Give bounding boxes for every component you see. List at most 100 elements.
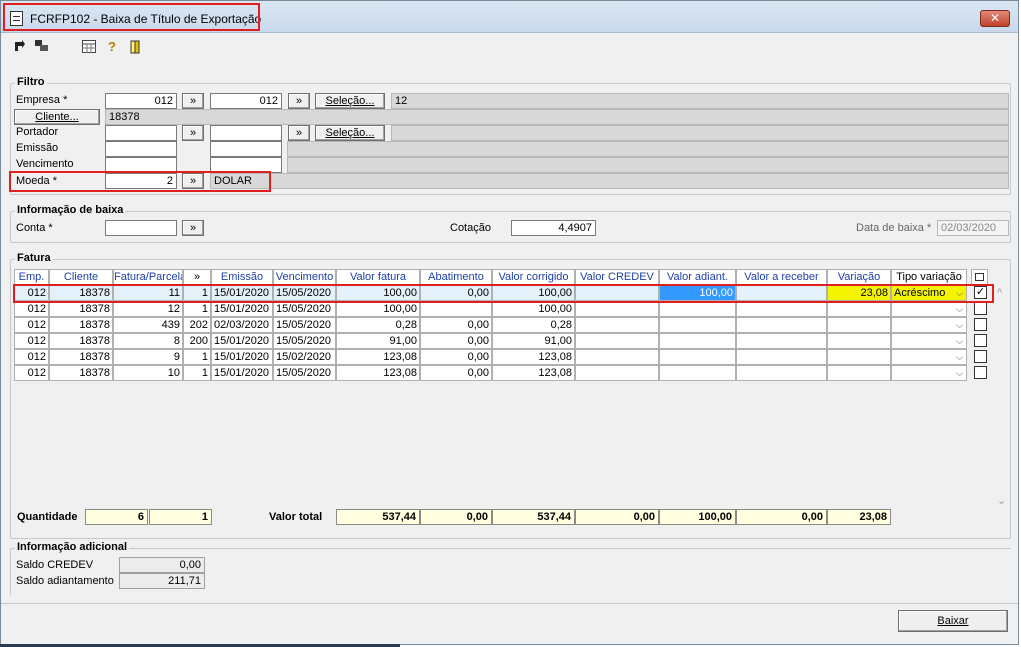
cell-parcela: 202 [183, 317, 211, 333]
col-valor-receber[interactable]: Valor a receber [736, 269, 827, 285]
cell-adiant[interactable] [659, 333, 736, 349]
tipo-variacao-select[interactable]: ⌵ [891, 349, 967, 365]
portador-from-input[interactable] [105, 125, 177, 141]
cell-emp: 012 [14, 365, 49, 381]
empresa-from-lookup-button[interactable]: » [182, 93, 204, 109]
moeda-highlight-box [9, 171, 271, 192]
cell-parcela: 1 [183, 349, 211, 365]
col-variacao[interactable]: Variação [827, 269, 891, 285]
baixar-label: Baixar [937, 615, 969, 627]
cell-credev [575, 317, 659, 333]
cliente-button[interactable]: Cliente... [14, 109, 100, 125]
cell-adiant[interactable] [659, 349, 736, 365]
portador-selecao-button[interactable]: Seleção... [315, 125, 385, 141]
row-checkbox[interactable] [974, 334, 987, 347]
cliente-display: 18378 [105, 109, 1009, 125]
empresa-selecao-button[interactable]: Seleção... [315, 93, 385, 109]
calendar-icon[interactable] [82, 40, 96, 54]
cell-abatimento: 0,00 [420, 349, 492, 365]
empresa-selecao-label: Seleção... [325, 95, 375, 107]
cell-credev [575, 365, 659, 381]
col-tipo-variacao[interactable]: Tipo variação [891, 269, 967, 285]
empresa-label: Empresa * [16, 94, 68, 106]
arrow-left-icon[interactable] [13, 40, 27, 54]
cell-vencimento: 15/05/2020 [273, 301, 336, 317]
cell-valor-fatura: 91,00 [336, 333, 420, 349]
row-checkbox[interactable] [974, 302, 987, 315]
col-valor-fatura[interactable]: Valor fatura [336, 269, 420, 285]
cell-receber [736, 301, 827, 317]
cell-cliente: 18378 [49, 333, 113, 349]
table-row[interactable]: 012 18378 8 200 15/01/2020 15/05/2020 91,00 0,0… [14, 333, 994, 349]
cell-variacao[interactable] [827, 317, 891, 333]
cell-vencimento: 15/05/2020 [273, 333, 336, 349]
grid-arrow-icon[interactable] [35, 40, 49, 54]
col-emp[interactable]: Emp. [14, 269, 49, 285]
portador-selecao-label: Seleção... [325, 127, 375, 139]
tipo-variacao-select[interactable]: ⌵ [891, 301, 967, 317]
tipo-variacao-select[interactable]: ⌵ [891, 317, 967, 333]
col-cliente[interactable]: Cliente [49, 269, 113, 285]
emissao-to-input[interactable] [210, 141, 282, 157]
cell-valor-corrigido: 91,00 [492, 333, 575, 349]
cell-emp: 012 [14, 301, 49, 317]
cell-abatimento: 0,00 [420, 333, 492, 349]
table-row[interactable]: 012 18378 10 1 15/01/2020 15/05/2020 123,08 0,0… [14, 365, 994, 381]
emissao-from-input[interactable] [105, 141, 177, 157]
col-vencimento[interactable]: Vencimento [273, 269, 336, 285]
col-emissao[interactable]: Emissão [211, 269, 273, 285]
cell-credev [575, 349, 659, 365]
scroll-down-icon[interactable]: ⌄ [997, 494, 1006, 507]
cell-receber [736, 349, 827, 365]
col-expand[interactable]: » [183, 269, 211, 285]
table-row[interactable]: 012 18378 439 202 02/03/2020 15/05/2020 0,28 0,… [14, 317, 994, 333]
cell-variacao[interactable] [827, 365, 891, 381]
col-select-all[interactable] [971, 269, 988, 285]
cotacao-input[interactable]: 4,4907 [511, 220, 596, 236]
cell-cliente: 18378 [49, 349, 113, 365]
cell-variacao[interactable] [827, 333, 891, 349]
col-fatura-parcela[interactable]: Fatura/Parcela [113, 269, 183, 285]
cell-emp: 012 [14, 317, 49, 333]
portador-to-input[interactable] [210, 125, 282, 141]
cell-parcela: 1 [183, 301, 211, 317]
window: FCRFP102 - Baixa de Título de Exportação… [0, 0, 1019, 645]
empresa-to-lookup-button[interactable]: » [288, 93, 310, 109]
row-checkbox[interactable] [974, 350, 987, 363]
cell-adiant[interactable] [659, 301, 736, 317]
cell-adiant[interactable] [659, 317, 736, 333]
table-row[interactable]: 012 18378 12 1 15/01/2020 15/05/2020 100,00 100… [14, 301, 994, 317]
conta-lookup-button[interactable]: » [182, 220, 204, 236]
total-receber: 0,00 [736, 509, 827, 525]
tipo-variacao-select[interactable]: ⌵ [891, 365, 967, 381]
cell-emissao: 15/01/2020 [211, 301, 273, 317]
fatura-title: Fatura [15, 252, 53, 264]
cell-fatura: 439 [113, 317, 183, 333]
col-abatimento[interactable]: Abatimento [420, 269, 492, 285]
portador-to-lookup-button[interactable]: » [288, 125, 310, 141]
help-icon[interactable]: ? [105, 40, 119, 54]
exit-door-icon[interactable] [128, 40, 142, 54]
table-row[interactable]: 012 18378 9 1 15/01/2020 15/02/2020 123,08 0,00… [14, 349, 994, 365]
row-checkbox[interactable] [974, 366, 987, 379]
cell-adiant[interactable] [659, 365, 736, 381]
cell-variacao[interactable] [827, 301, 891, 317]
close-button[interactable]: ✕ [980, 10, 1010, 27]
empresa-to-input[interactable]: 012 [210, 93, 282, 109]
chevron-down-icon: ⌵ [956, 320, 963, 330]
tipo-variacao-select[interactable]: ⌵ [891, 333, 967, 349]
empresa-from-input[interactable]: 012 [105, 93, 177, 109]
col-valor-corrigido[interactable]: Valor corrigido [492, 269, 575, 285]
vencimento-label: Vencimento [16, 158, 74, 170]
row-checkbox[interactable] [974, 318, 987, 331]
cell-fatura: 10 [113, 365, 183, 381]
portador-from-lookup-button[interactable]: » [182, 125, 204, 141]
baixar-button[interactable]: Baixar [898, 610, 1008, 632]
data-baixa-input[interactable]: 02/03/2020 [937, 220, 1009, 236]
col-valor-credev[interactable]: Valor CREDEV [575, 269, 659, 285]
cell-variacao[interactable] [827, 349, 891, 365]
conta-input[interactable] [105, 220, 177, 236]
scroll-up-icon[interactable]: ^ [997, 287, 1002, 299]
cell-abatimento [420, 301, 492, 317]
col-valor-adiant[interactable]: Valor adiant. [659, 269, 736, 285]
